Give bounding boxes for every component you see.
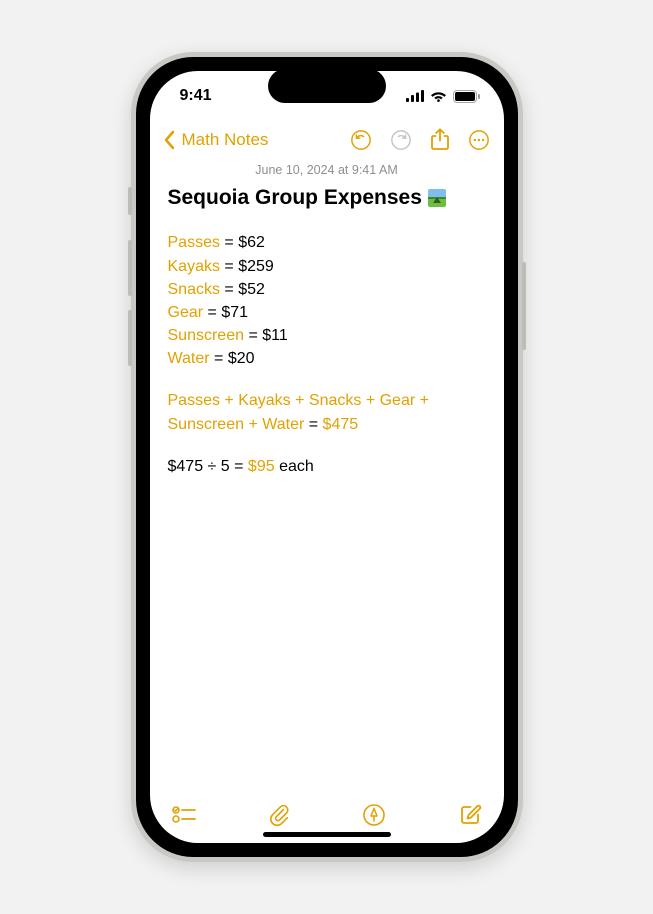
- expense-value: $62: [238, 234, 265, 251]
- plus-sign: +: [361, 392, 379, 409]
- home-indicator[interactable]: [263, 832, 391, 837]
- expense-label: Sunscreen: [168, 327, 245, 344]
- checklist-icon: [172, 805, 196, 825]
- markup-button[interactable]: [362, 803, 386, 827]
- dynamic-island: [268, 69, 386, 103]
- paperclip-icon: [268, 803, 290, 827]
- expense-value: $52: [238, 281, 265, 298]
- expense-value: $71: [221, 304, 248, 321]
- cellular-icon: [406, 90, 424, 102]
- plus-sign: +: [291, 392, 309, 409]
- undo-button[interactable]: [350, 129, 372, 151]
- compose-icon: [458, 803, 482, 827]
- equals-sign: =: [210, 350, 228, 367]
- division-line: $475 ÷ 5 = $95 each: [168, 455, 486, 478]
- volume-down-button: [128, 310, 132, 366]
- equals-sign: =: [220, 258, 238, 275]
- division-suffix: each: [279, 458, 314, 475]
- back-button[interactable]: Math Notes: [164, 130, 269, 150]
- sum-term: Sunscreen: [168, 416, 245, 433]
- expense-line: Snacks = $52: [168, 278, 486, 301]
- expense-value: $259: [238, 258, 274, 275]
- expense-line: Water = $20: [168, 347, 486, 370]
- equals-sign: =: [220, 234, 238, 251]
- iphone-frame: 9:41: [131, 52, 523, 862]
- redo-icon: [390, 129, 412, 151]
- sum-term: Water: [262, 416, 304, 433]
- sum-expression: Passes + Kayaks + Snacks + Gear + Sunscr…: [168, 389, 486, 437]
- plus-sign: +: [415, 392, 429, 409]
- sum-result: $475: [323, 416, 359, 433]
- nav-toolbar: Math Notes: [150, 121, 504, 159]
- expense-label: Passes: [168, 234, 220, 251]
- wifi-icon: [430, 90, 447, 102]
- new-note-button[interactable]: [458, 803, 482, 827]
- volume-up-button: [128, 240, 132, 296]
- expense-label: Water: [168, 350, 210, 367]
- back-label: Math Notes: [182, 130, 269, 150]
- expense-label: Gear: [168, 304, 204, 321]
- status-time: 9:41: [180, 87, 240, 105]
- note-body[interactable]: Sequoia Group Expenses Passes = $62Kayak…: [150, 183, 504, 793]
- more-button[interactable]: [468, 129, 490, 151]
- share-icon: [430, 128, 450, 152]
- expense-list: Passes = $62Kayaks = $259Snacks = $52Gea…: [168, 231, 486, 370]
- title-text: Sequoia Group Expenses: [168, 183, 422, 213]
- checklist-button[interactable]: [172, 805, 196, 825]
- ring-switch: [128, 187, 132, 215]
- expense-label: Kayaks: [168, 258, 220, 275]
- sum-term: Gear: [380, 392, 416, 409]
- note-title: Sequoia Group Expenses: [168, 183, 486, 213]
- redo-button: [390, 129, 412, 151]
- share-button[interactable]: [430, 128, 450, 152]
- plus-sign: +: [220, 392, 238, 409]
- expense-value: $20: [228, 350, 255, 367]
- power-button: [522, 262, 526, 350]
- chevron-left-icon: [164, 130, 176, 150]
- division-lhs: $475 ÷ 5: [168, 458, 230, 475]
- expense-line: Gear = $71: [168, 301, 486, 324]
- equals-sign: =: [220, 281, 238, 298]
- markup-pen-icon: [362, 803, 386, 827]
- undo-icon: [350, 129, 372, 151]
- equals-sign: =: [203, 304, 221, 321]
- attachment-button[interactable]: [268, 803, 290, 827]
- landscape-emoji-icon: [428, 189, 446, 207]
- expense-label: Snacks: [168, 281, 220, 298]
- ellipsis-circle-icon: [468, 129, 490, 151]
- expense-line: Passes = $62: [168, 231, 486, 254]
- expense-line: Sunscreen = $11: [168, 324, 486, 347]
- expense-line: Kayaks = $259: [168, 255, 486, 278]
- sum-term: Kayaks: [238, 392, 290, 409]
- sum-term: Snacks: [309, 392, 361, 409]
- expense-value: $11: [262, 327, 288, 344]
- sum-term: Passes: [168, 392, 220, 409]
- battery-icon: [453, 90, 480, 103]
- screen: 9:41: [150, 71, 504, 843]
- division-result: $95: [248, 458, 275, 475]
- note-date: June 10, 2024 at 9:41 AM: [150, 163, 504, 177]
- equals-sign: =: [244, 327, 262, 344]
- plus-sign: +: [244, 416, 262, 433]
